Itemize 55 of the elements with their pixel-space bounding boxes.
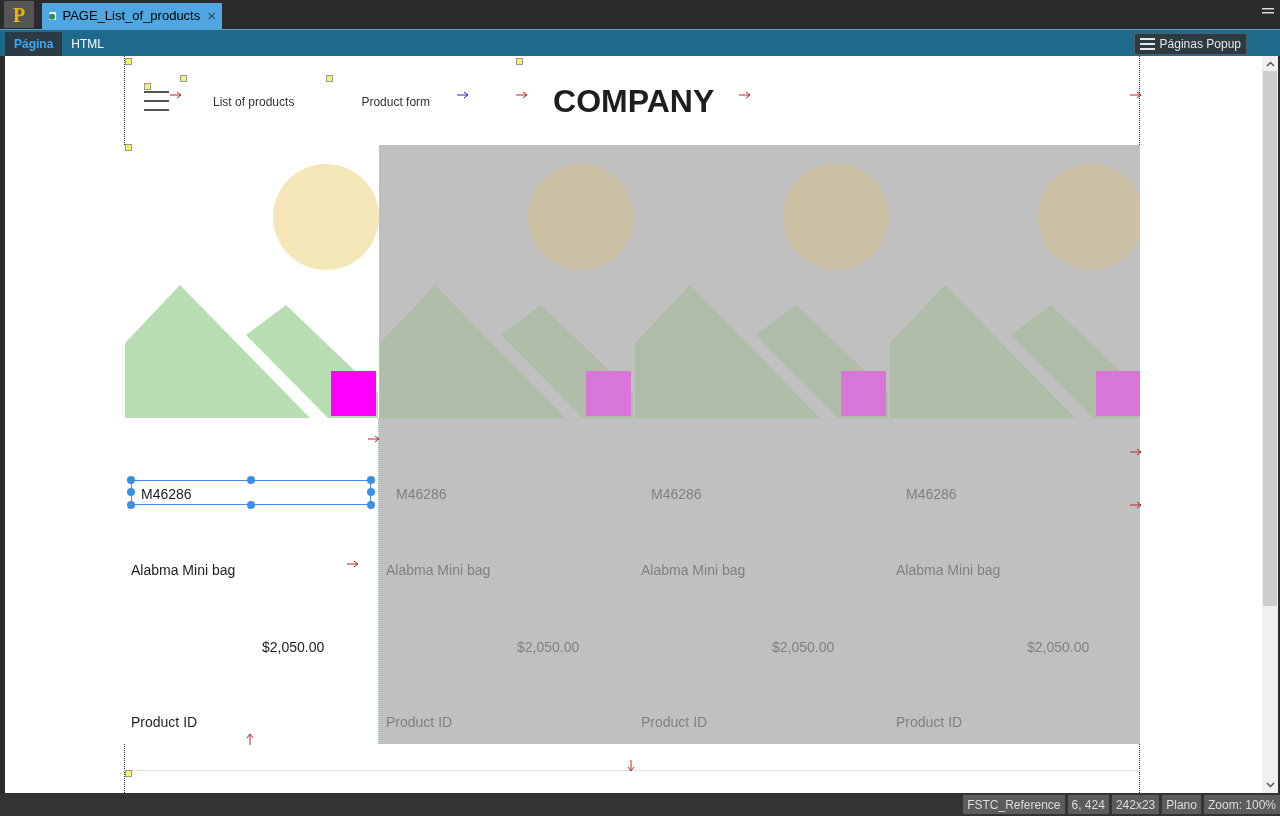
anchor-marker-icon: [180, 75, 187, 82]
close-button[interactable]: ×: [207, 4, 216, 28]
scroll-up-icon[interactable]: [1265, 61, 1275, 67]
company-title: COMPANY: [553, 81, 715, 121]
product-price: $2,050.00: [517, 638, 580, 657]
product-id-label: Product ID: [131, 713, 198, 732]
scroll-down-icon[interactable]: [1265, 782, 1275, 788]
product-price: $2,050.00: [262, 638, 325, 657]
nav-link[interactable]: List of products: [213, 92, 295, 111]
flow-arrow-icon: [516, 91, 528, 99]
status-field: FSTC_Reference: [963, 795, 1065, 814]
app-logo[interactable]: P: [4, 1, 34, 28]
anchor-marker-icon: [125, 770, 132, 777]
product-name: Alabma Mini bag: [386, 561, 491, 580]
editor-tab[interactable]: Página: [5, 32, 63, 56]
product-name: Alabma Mini bag: [896, 561, 1001, 580]
flow-arrow-icon: [1130, 91, 1142, 99]
anchor-marker-icon: [125, 144, 132, 151]
flow-arrow-icon: [457, 91, 469, 99]
product-id-label: Product ID: [896, 713, 963, 732]
status-field: 6, 424: [1067, 795, 1109, 814]
down-arrow-icon: [627, 760, 635, 772]
status-field: Plano: [1162, 795, 1201, 814]
product-name: Alabma Mini bag: [131, 561, 236, 580]
menu-icon[interactable]: [1262, 8, 1274, 14]
anchor-marker-icon: [516, 58, 523, 65]
menu-icon: [1139, 38, 1155, 50]
product-id-label: Product ID: [641, 713, 708, 732]
product-name: Alabma Mini bag: [641, 561, 746, 580]
flow-arrow-icon: [368, 435, 380, 443]
hamburger-menu-icon[interactable]: [144, 89, 169, 112]
flow-arrow-icon: [347, 560, 359, 568]
status-field: Zoom: 100%: [1203, 795, 1280, 814]
anchor-marker-icon: [326, 75, 333, 82]
flow-arrow-icon: [1130, 448, 1142, 456]
product-id-label: Product ID: [386, 713, 453, 732]
resize-handle-icon[interactable]: [247, 476, 255, 484]
popup-pages-button[interactable]: Páginas Popup: [1133, 33, 1247, 55]
flow-arrow-icon: [170, 91, 182, 99]
product-price: $2,050.00: [772, 638, 835, 657]
document-tab-title: PAGE_List_of_products: [62, 7, 201, 26]
nav-link[interactable]: Product form: [361, 92, 431, 111]
globe-page-icon: [48, 9, 58, 23]
scrollbar-thumb[interactable]: [1263, 71, 1277, 606]
document-tab[interactable]: PAGE_List_of_products ×: [42, 3, 222, 29]
anchor-marker-icon: [144, 83, 151, 90]
anchor-marker-icon: [125, 58, 132, 65]
up-arrow-icon: [246, 733, 254, 745]
flow-arrow-icon: [1130, 501, 1142, 509]
status-field: 242x23: [1111, 795, 1160, 814]
product-price: $2,050.00: [1027, 638, 1090, 657]
vertical-scrollbar[interactable]: [1262, 56, 1278, 793]
editor-tab[interactable]: HTML: [62, 32, 114, 56]
flow-arrow-icon: [739, 91, 751, 99]
resize-handle-icon[interactable]: [247, 501, 255, 509]
